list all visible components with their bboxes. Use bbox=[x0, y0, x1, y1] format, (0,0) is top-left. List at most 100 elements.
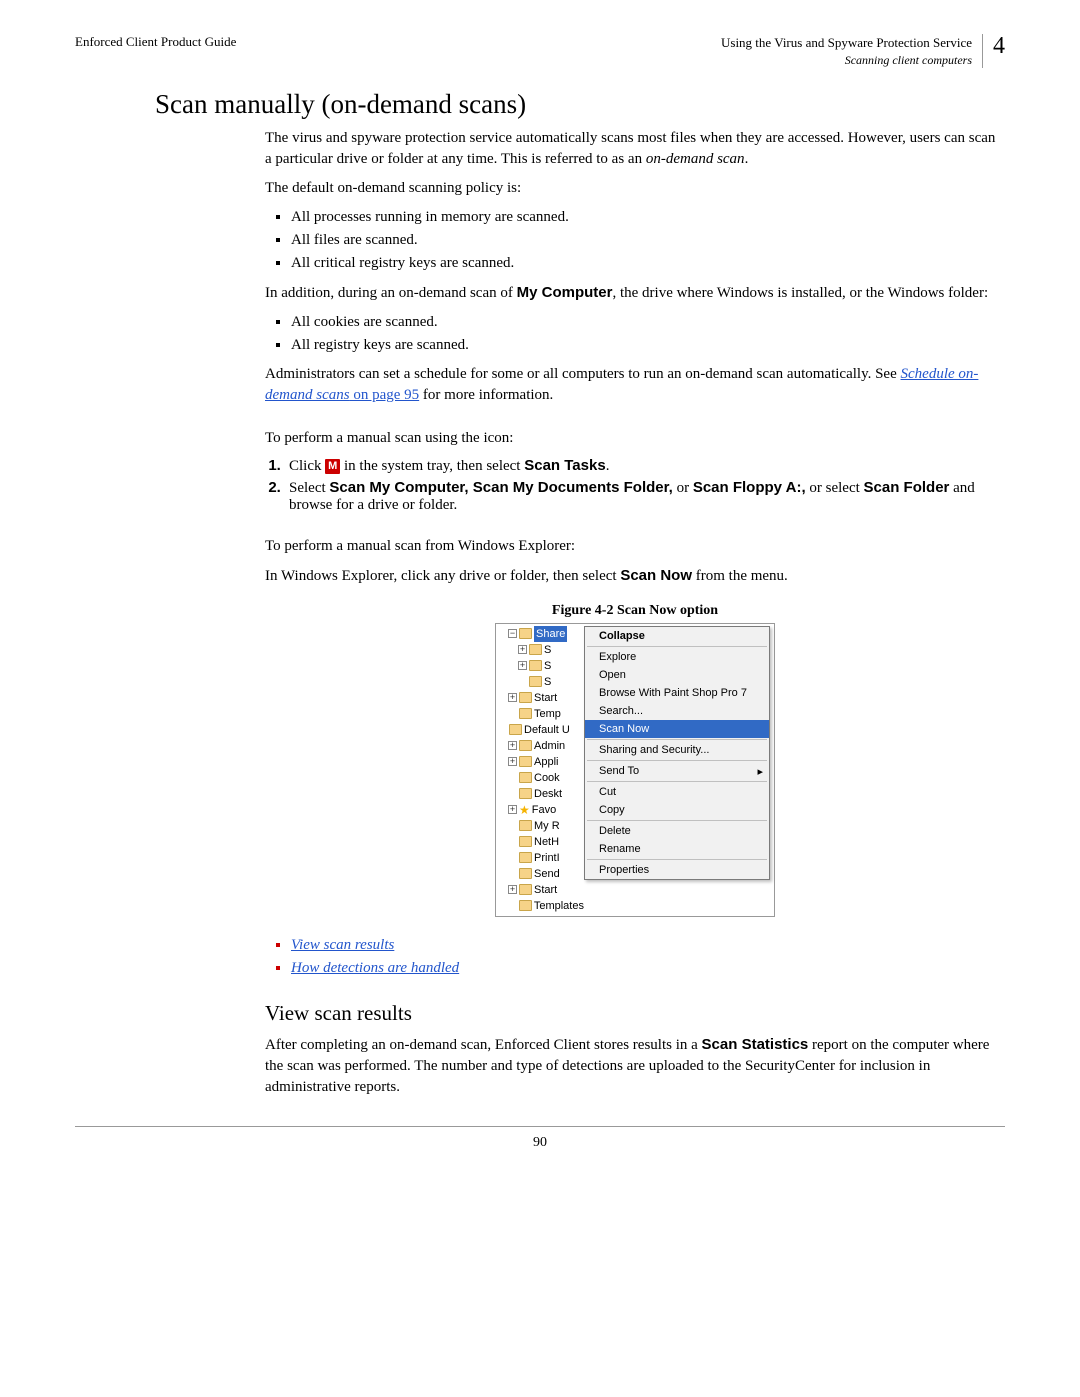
expand-icon[interactable]: + bbox=[508, 741, 517, 750]
tree-item[interactable]: +★Favo bbox=[498, 802, 584, 818]
expand-icon[interactable]: + bbox=[508, 885, 517, 894]
folder-tree: −Share+S+SS+StartTempDefault U+Admin+App… bbox=[496, 624, 584, 916]
menu-item[interactable]: Sharing and Security... bbox=[585, 741, 769, 759]
folder-icon bbox=[519, 852, 532, 863]
folder-icon bbox=[529, 676, 542, 687]
folder-icon bbox=[519, 772, 532, 783]
tree-item[interactable]: + Appli bbox=[498, 754, 584, 770]
menu-item[interactable]: Send To ▸ bbox=[585, 762, 769, 780]
list-item: All processes running in memory are scan… bbox=[291, 209, 1005, 226]
folder-icon bbox=[519, 868, 532, 879]
folder-icon bbox=[519, 788, 532, 799]
tree-item[interactable]: NetH bbox=[498, 834, 584, 850]
menu-item[interactable]: Browse With Paint Shop Pro 7 bbox=[585, 684, 769, 702]
menu-item[interactable]: Search... bbox=[585, 702, 769, 720]
tree-item-label: Default U bbox=[524, 722, 570, 738]
expand-icon[interactable]: + bbox=[508, 757, 517, 766]
menu-separator bbox=[587, 859, 767, 860]
tree-item[interactable]: Temp bbox=[498, 706, 584, 722]
folder-icon bbox=[519, 756, 532, 767]
tree-item[interactable]: My R bbox=[498, 818, 584, 834]
figure-caption: Figure 4-2 Scan Now option bbox=[265, 603, 1005, 619]
admin-paragraph: Administrators can set a schedule for so… bbox=[265, 364, 1005, 406]
view-results-link[interactable]: View scan results bbox=[291, 937, 394, 953]
tree-item[interactable]: + Admin bbox=[498, 738, 584, 754]
tree-item-label: Deskt bbox=[534, 786, 562, 802]
figure-4-2: −Share+S+SS+StartTempDefault U+Admin+App… bbox=[265, 623, 1005, 917]
page-footer: 90 bbox=[75, 1126, 1005, 1151]
menu-item-label: Delete bbox=[599, 825, 631, 837]
tree-item-label: S bbox=[544, 642, 551, 658]
tree-item[interactable]: S bbox=[498, 674, 584, 690]
tree-item-label: Start bbox=[534, 882, 557, 898]
step-1: Click M in the system tray, then select … bbox=[285, 457, 1005, 475]
subsection-heading: View scan results bbox=[265, 1001, 1005, 1026]
results-paragraph: After completing an on-demand scan, Enfo… bbox=[265, 1034, 1005, 1098]
tree-item-label: Temp bbox=[534, 706, 561, 722]
tree-item[interactable]: Deskt bbox=[498, 786, 584, 802]
tree-item[interactable]: PrintI bbox=[498, 850, 584, 866]
policy-list: All processes running in memory are scan… bbox=[265, 209, 1005, 272]
menu-item[interactable]: Explore bbox=[585, 648, 769, 666]
menu-item[interactable]: Cut bbox=[585, 783, 769, 801]
menu-item[interactable]: Collapse bbox=[585, 627, 769, 645]
tree-item[interactable]: +Start bbox=[498, 690, 584, 706]
related-links: View scan results How detections are han… bbox=[265, 937, 1005, 977]
tree-item[interactable]: +S bbox=[498, 658, 584, 674]
context-menu: Collapse Explore Open Browse With Paint Sho… bbox=[584, 626, 770, 880]
tree-item-label: Admin bbox=[534, 738, 565, 754]
tree-item[interactable]: Send bbox=[498, 866, 584, 882]
folder-icon bbox=[519, 836, 532, 847]
tree-item[interactable]: Cook bbox=[498, 770, 584, 786]
tree-item-label: S bbox=[544, 658, 551, 674]
folder-icon bbox=[519, 740, 532, 751]
tree-item-label: Send bbox=[534, 866, 560, 882]
expand-icon[interactable]: + bbox=[508, 805, 517, 814]
list-item: All registry keys are scanned. bbox=[291, 337, 1005, 354]
addition-paragraph: In addition, during an on-demand scan of… bbox=[265, 282, 1005, 304]
page-number: 90 bbox=[533, 1135, 547, 1150]
menu-item[interactable]: Copy bbox=[585, 801, 769, 819]
tree-item[interactable]: Default U bbox=[498, 722, 584, 738]
tree-item-label: Appli bbox=[534, 754, 558, 770]
menu-item[interactable]: Open bbox=[585, 666, 769, 684]
detections-handled-link[interactable]: How detections are handled bbox=[291, 960, 459, 976]
tree-item[interactable]: + Start bbox=[498, 882, 584, 898]
folder-icon bbox=[519, 628, 532, 639]
menu-item-label: Open bbox=[599, 669, 626, 681]
menu-item[interactable]: Rename bbox=[585, 840, 769, 858]
icon-steps: Click M in the system tray, then select … bbox=[265, 457, 1005, 514]
menu-item-label: Properties bbox=[599, 864, 649, 876]
menu-item-label: Search... bbox=[599, 705, 643, 717]
menu-item-label: Cut bbox=[599, 786, 616, 798]
list-item: All critical registry keys are scanned. bbox=[291, 255, 1005, 272]
menu-item[interactable]: Scan Now bbox=[585, 720, 769, 738]
explorer-instruction: In Windows Explorer, click any drive or … bbox=[265, 565, 1005, 587]
folder-icon bbox=[519, 708, 532, 719]
intro-paragraph-2: The default on-demand scanning policy is… bbox=[265, 178, 1005, 199]
header-section: Using the Virus and Spyware Protection S… bbox=[721, 34, 972, 52]
intro-paragraph-1: The virus and spyware protection service… bbox=[265, 128, 1005, 170]
tree-item-label: NetH bbox=[534, 834, 559, 850]
tree-item-label: My R bbox=[534, 818, 560, 834]
menu-item-label: Collapse bbox=[599, 630, 645, 642]
tree-item[interactable]: +S bbox=[498, 642, 584, 658]
menu-item[interactable]: Properties bbox=[585, 861, 769, 879]
list-item: All files are scanned. bbox=[291, 232, 1005, 249]
folder-icon bbox=[519, 884, 532, 895]
expand-icon[interactable]: + bbox=[508, 693, 517, 702]
tree-item[interactable]: −Share bbox=[498, 626, 584, 642]
expand-icon[interactable]: − bbox=[508, 629, 517, 638]
expand-icon[interactable]: + bbox=[518, 661, 527, 670]
list-item: How detections are handled bbox=[291, 960, 1005, 977]
menu-item-label: Send To bbox=[599, 765, 639, 777]
header-left: Enforced Client Product Guide bbox=[75, 34, 236, 50]
expand-icon[interactable]: + bbox=[518, 645, 527, 654]
tray-icon: M bbox=[325, 459, 340, 474]
folder-icon bbox=[529, 660, 542, 671]
submenu-arrow-icon: ▸ bbox=[757, 765, 763, 778]
tree-item-label: Cook bbox=[534, 770, 560, 786]
tree-item[interactable]: Templates bbox=[498, 898, 584, 914]
list-item: All cookies are scanned. bbox=[291, 314, 1005, 331]
menu-item[interactable]: Delete bbox=[585, 822, 769, 840]
